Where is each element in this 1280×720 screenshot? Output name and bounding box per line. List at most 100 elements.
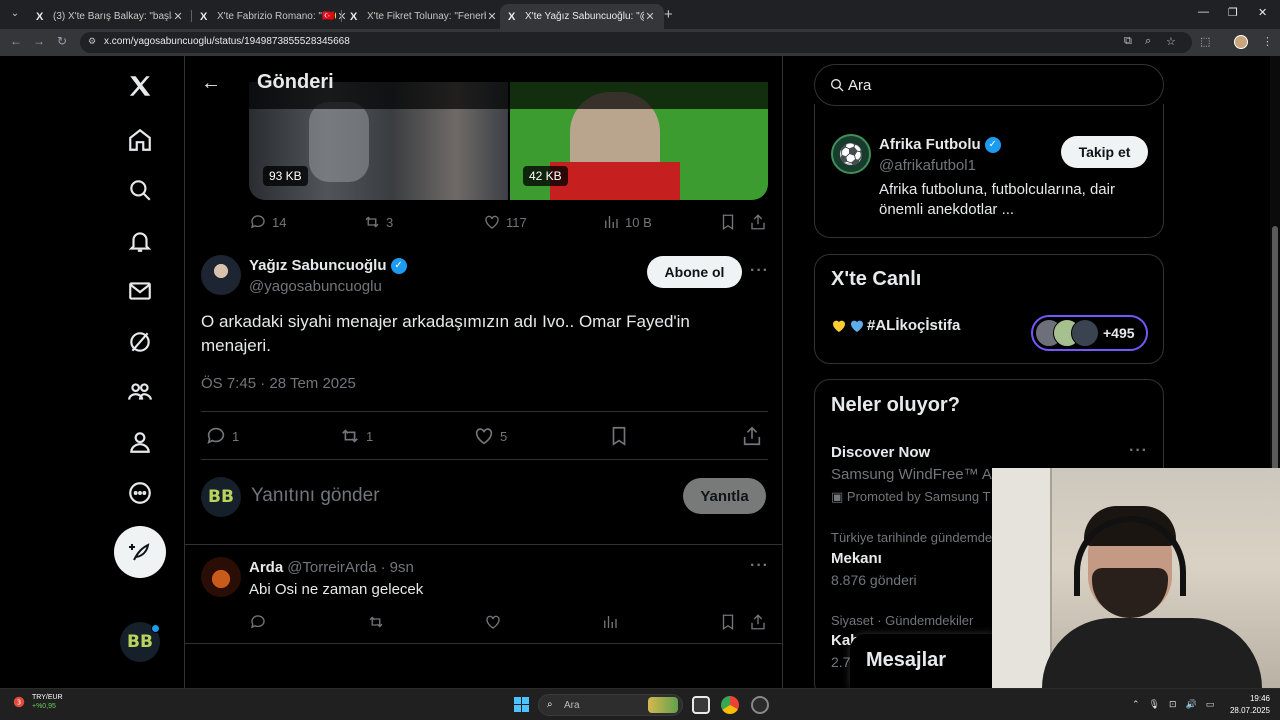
grok-icon[interactable] [122,324,158,360]
start-button-icon[interactable] [514,697,529,712]
repost-action[interactable]: 3 [363,213,393,231]
reply-time[interactable]: 9sn [390,559,414,576]
taskbar-clock[interactable]: 19:46 28.07.2025 [1224,693,1270,717]
bookmark-action[interactable] [719,613,737,631]
subscribe-button[interactable]: Abone ol [647,256,742,288]
profile-icon[interactable] [122,424,158,460]
bookmark-icon [612,426,626,446]
suggested-account-name[interactable]: Afrika Futbolu ✓ [879,136,1001,153]
home-icon[interactable] [122,122,158,158]
new-tab-icon[interactable]: + [664,6,673,23]
browser-tab-1[interactable]: X (3) X'te Barış Balkay: "başladık o ✕ [28,4,192,29]
bookmark-action[interactable] [719,213,737,231]
bookmark-action[interactable] [608,425,630,447]
more-options-icon[interactable]: ··· [750,557,769,575]
repost-icon [369,616,383,628]
trends-title: Neler oluyor? [831,394,960,416]
more-options-icon[interactable]: ··· [750,262,769,280]
messages-drawer[interactable]: Mesajlar [850,634,995,688]
browser-toolbar: ← → ↻ ⚙ x.com/yagosabuncuoglu/status/194… [0,29,1280,56]
like-action[interactable]: 117 [483,213,527,231]
like-action[interactable]: 5 [473,425,507,447]
composer-avatar[interactable]: BB [201,477,241,517]
messages-envelope-icon[interactable] [122,273,158,309]
minimize-icon[interactable]: — [1198,6,1209,18]
profile-avatar[interactable] [1234,35,1248,49]
reply-author-avatar[interactable] [201,557,241,597]
trend-more-icon[interactable]: ··· [1129,442,1148,460]
x-logo-icon[interactable] [122,68,158,104]
trend-name[interactable]: Mekanı [831,550,882,567]
battery-icon[interactable]: ▭ [1206,699,1215,710]
suggested-account-avatar[interactable]: ⚽ [831,134,871,174]
reload-icon[interactable]: ↻ [57,34,67,48]
repost-action[interactable]: 1 [339,425,373,447]
trend-post-count: 2.7 [831,654,851,670]
chrome-taskbar-icon[interactable] [721,696,739,714]
reply-action[interactable] [249,613,267,631]
tweet-timestamp[interactable]: ÖS 7:45 · 28 Tem 2025 [201,375,356,392]
bookmark-star-icon[interactable]: ☆ [1166,35,1176,48]
trend-name[interactable]: Discover Now [831,444,930,461]
streamer-shirt [1042,618,1262,688]
mic-icon[interactable]: 🎙 [1149,699,1160,710]
reply-author-handle[interactable]: @TorreirArda [287,559,376,576]
wifi-icon[interactable]: ⊡ [1169,699,1177,710]
stock-chart-icon: 3 [13,696,25,708]
address-bar[interactable]: ⚙ x.com/yagosabuncuoglu/status/194987385… [80,32,1192,53]
back-arrow-icon[interactable]: ← [201,72,221,95]
browser-tab-2[interactable]: X X'te Fabrizio Romano: "🇹🇷🟡🔵 ✕ [192,4,356,29]
close-window-icon[interactable]: ✕ [1258,6,1267,19]
search-icon[interactable] [122,172,158,208]
reply-action[interactable]: 1 [205,425,239,447]
browser-tab-4[interactable]: X X'te Yağız Sabuncuoğlu: "@afri ✕ [500,4,664,29]
reply-input[interactable]: Yanıtını gönder [251,485,380,507]
search-input[interactable]: Ara [814,64,1164,106]
tab-close-icon[interactable]: ✕ [486,10,498,23]
tray-chevron-icon[interactable]: ⌃ [1132,699,1140,710]
notifications-bell-icon[interactable] [122,223,158,259]
blue-heart-icon [851,320,863,332]
volume-icon[interactable]: 🔊 [1186,699,1197,710]
live-space-topic[interactable]: #ALİkoçİstifa [831,317,960,334]
author-handle[interactable]: @yagosabuncuoglu [249,278,382,295]
views-action[interactable]: 10 B [602,213,652,231]
share-action[interactable] [741,425,763,447]
tab-close-icon[interactable]: ✕ [644,10,656,23]
maximize-icon[interactable]: ❐ [1228,6,1238,19]
account-avatar[interactable]: BB [120,622,160,662]
x-favicon-icon: X [350,10,358,23]
author-name[interactable]: Yağız Sabuncuoğlu ✓ [249,257,407,274]
author-avatar[interactable] [201,255,241,295]
reply-author-name[interactable]: Arda [249,559,283,576]
obs-taskbar-icon[interactable] [751,696,769,714]
back-nav-icon[interactable]: ← [10,34,22,48]
taskbar-search[interactable]: ⌕ Ara [538,694,683,716]
communities-icon[interactable] [122,374,158,410]
compose-post-button[interactable] [114,526,166,578]
forward-nav-icon[interactable]: → [33,34,45,48]
site-info-icon[interactable]: ⚙ [88,36,96,47]
tab-search-icon[interactable]: ⌄ [6,5,24,23]
install-app-icon[interactable]: ⧉ [1124,35,1132,48]
tab-close-icon[interactable]: ✕ [172,10,184,23]
follow-button[interactable]: Takip et [1061,136,1148,168]
reply-action[interactable]: 14 [249,213,286,231]
zoom-icon[interactable]: ⌕ [1145,35,1151,48]
chrome-menu-icon[interactable]: ⋮ [1262,35,1273,48]
views-action[interactable] [601,613,619,631]
more-circle-icon[interactable] [122,475,158,511]
task-view-icon[interactable] [692,696,710,714]
live-listeners-pill[interactable]: +495 [1031,315,1148,351]
suggested-account-handle[interactable]: @afrikafutbol1 [879,157,976,174]
suggested-account-name-text: Afrika Futbolu [879,136,981,153]
repost-action[interactable] [367,613,385,631]
views-chart-icon [604,616,617,628]
like-action[interactable] [484,613,502,631]
views-chart-icon [605,216,618,228]
share-action[interactable] [749,213,767,231]
browser-tab-3[interactable]: X X'te Fikret Tolunay: "Fenerbahçe ✕ [342,4,506,29]
reply-button[interactable]: Yanıtla [683,478,766,514]
share-action[interactable] [749,613,767,631]
extensions-icon[interactable]: ⬚ [1200,35,1210,48]
